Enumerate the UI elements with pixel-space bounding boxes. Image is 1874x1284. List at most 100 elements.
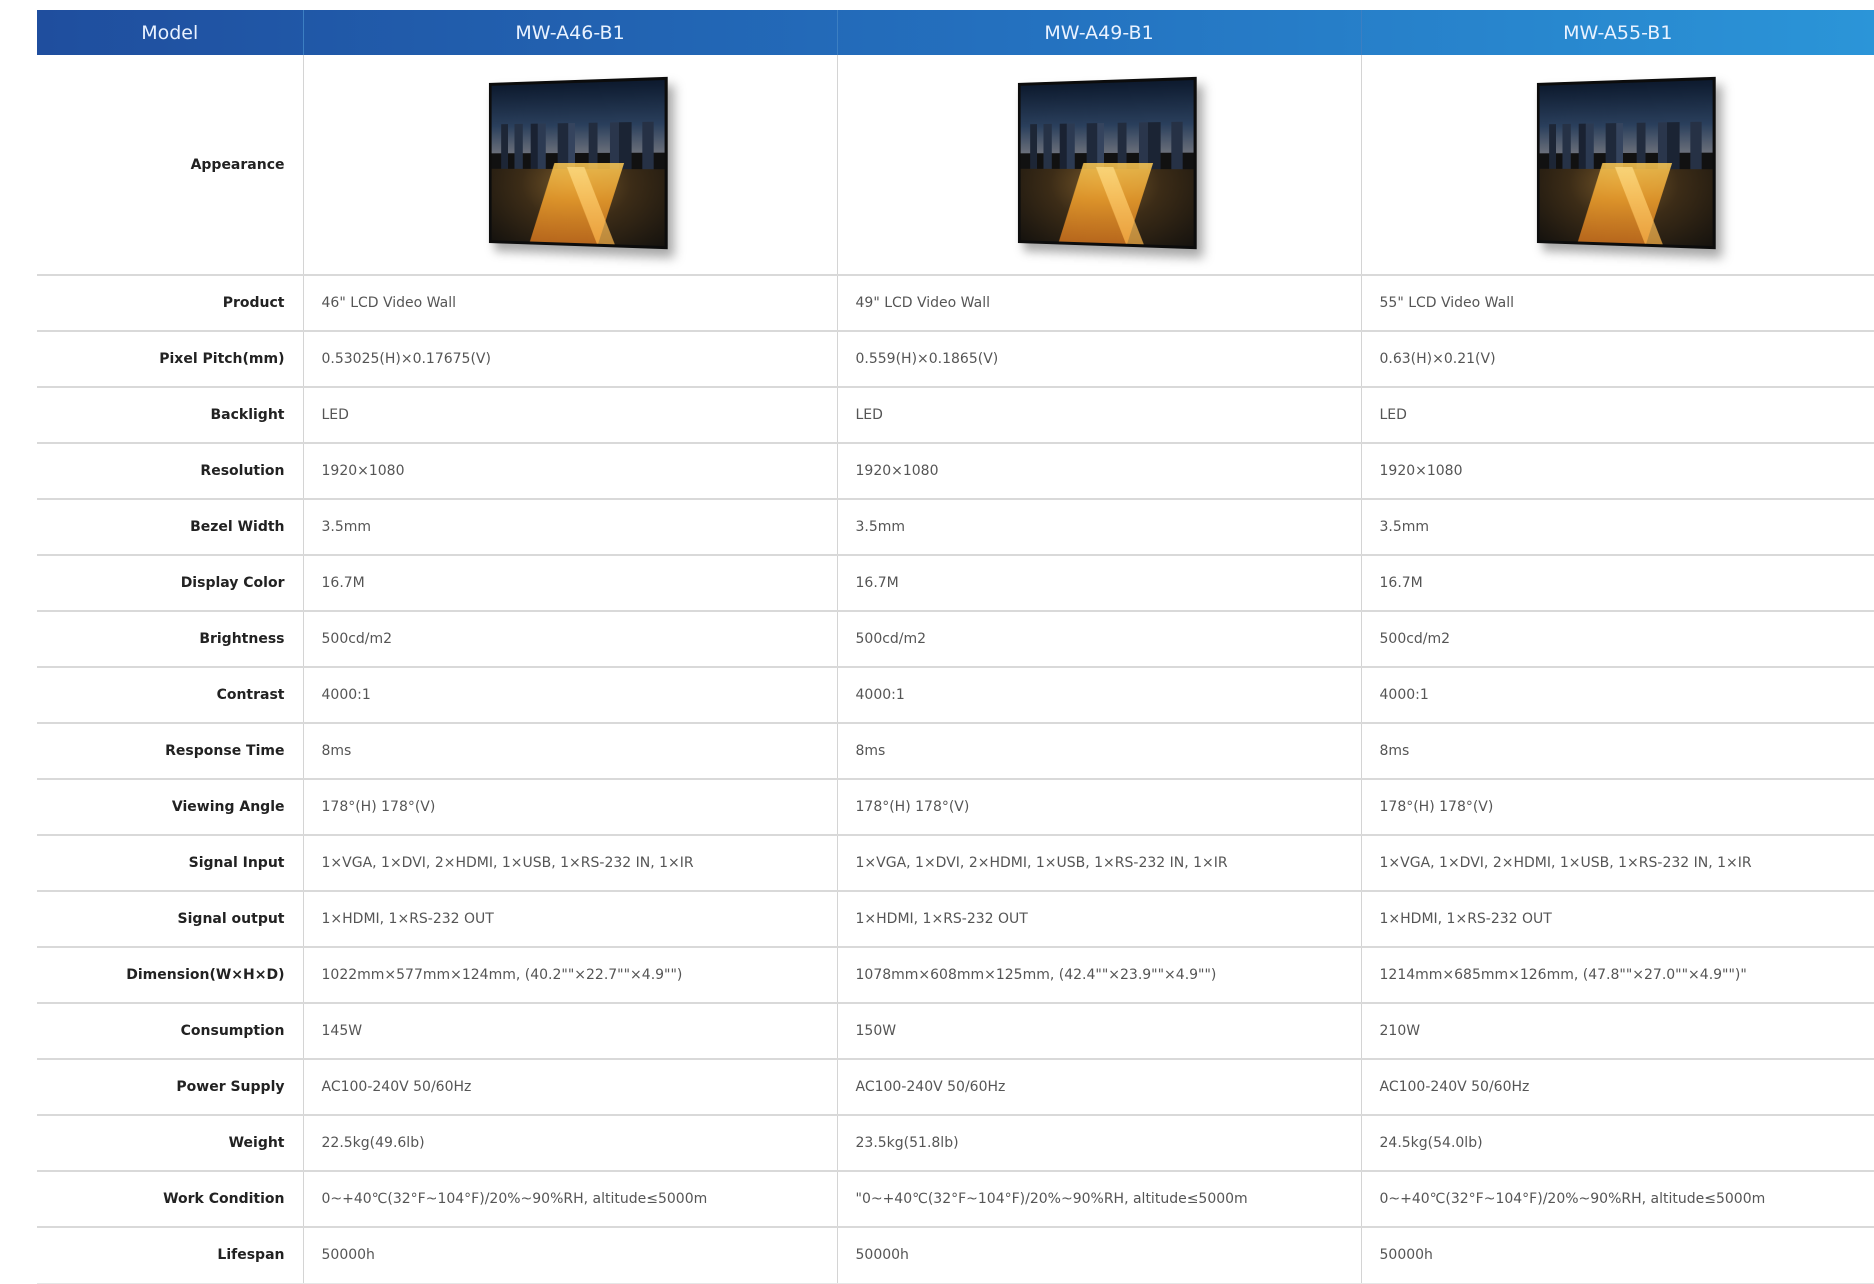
spec-value-model-2: AC100-240V 50/60Hz [837, 1059, 1362, 1116]
spec-row-label: Consumption [37, 1003, 304, 1060]
spec-row-label: Lifespan [37, 1227, 304, 1284]
spec-row: Pixel Pitch(mm) 0.53025(H)×0.17675(V) 0.55… [37, 331, 1874, 388]
spec-value-model-3: 1×HDMI, 1×RS-232 OUT [1361, 891, 1874, 948]
spec-value-model-2: 1×HDMI, 1×RS-232 OUT [837, 891, 1362, 948]
model-header-label: Model [37, 10, 304, 55]
spec-row: Work Condition 0~+40℃(32°F~104°F)/20%~90%… [37, 1171, 1874, 1228]
spec-row-label: Power Supply [37, 1059, 304, 1116]
spec-value-model-2: 16.7M [837, 555, 1362, 612]
spec-value-model-1: 1×VGA, 1×DVI, 2×HDMI, 1×USB, 1×RS-232 IN… [303, 835, 838, 892]
spec-value-model-2: 3.5mm [837, 499, 1362, 556]
spec-value-model-2: 50000h [837, 1227, 1362, 1284]
appearance-cell [303, 55, 838, 276]
spec-row: Product 46" LCD Video Wall 49" LCD Video W… [37, 275, 1874, 332]
spec-row-label: Bezel Width [37, 499, 304, 556]
spec-row: Viewing Angle 178°(H) 178°(V) 178°(H) 178°… [37, 779, 1874, 836]
spec-value-model-1: 1022mm×577mm×124mm, (40.2""×22.7""×4.9""… [303, 947, 838, 1004]
spec-value-model-1: 8ms [303, 723, 838, 780]
spec-value-model-1: LED [303, 387, 838, 444]
spec-value-model-3: 8ms [1361, 723, 1874, 780]
spec-row: Consumption 145W 150W 210W [37, 1003, 1874, 1060]
spec-row: Resolution 1920×1080 1920×1080 1920×1080 [37, 443, 1874, 500]
spec-row: Bezel Width 3.5mm 3.5mm 3.5mm [37, 499, 1874, 556]
appearance-row: Appearance [37, 55, 1874, 276]
spec-value-model-2: 0.559(H)×0.1865(V) [837, 331, 1362, 388]
spec-row-label: Weight [37, 1115, 304, 1172]
spec-row-label: Signal Input [37, 835, 304, 892]
spec-row-label: Resolution [37, 443, 304, 500]
lcd-video-wall-image-2 [1012, 76, 1197, 249]
spec-value-model-1: 0~+40℃(32°F~104°F)/20%~90%RH, altitude≤5… [303, 1171, 838, 1228]
spec-value-model-2: 500cd/m2 [837, 611, 1362, 668]
spec-value-model-1: 500cd/m2 [303, 611, 838, 668]
spec-row-label: Backlight [37, 387, 304, 444]
spec-row: Lifespan 50000h 50000h 50000h [37, 1227, 1874, 1284]
spec-value-model-1: 4000:1 [303, 667, 838, 724]
spec-value-model-3: LED [1361, 387, 1874, 444]
spec-row-label: Viewing Angle [37, 779, 304, 836]
appearance-cell [837, 55, 1362, 276]
spec-row-label: Dimension(W×H×D) [37, 947, 304, 1004]
appearance-label: Appearance [37, 55, 304, 276]
spec-value-model-2: 1×VGA, 1×DVI, 2×HDMI, 1×USB, 1×RS-232 IN… [837, 835, 1362, 892]
spec-value-model-3: 210W [1361, 1003, 1874, 1060]
spec-value-model-2: 4000:1 [837, 667, 1362, 724]
spec-value-model-3: 0~+40℃(32°F~104°F)/20%~90%RH, altitude≤5… [1361, 1171, 1874, 1228]
spec-value-model-3: 50000h [1361, 1227, 1874, 1284]
spec-row: Weight 22.5kg(49.6lb) 23.5kg(51.8lb) 24.5kg… [37, 1115, 1874, 1172]
spec-value-model-3: 1×VGA, 1×DVI, 2×HDMI, 1×USB, 1×RS-232 IN… [1361, 835, 1874, 892]
spec-value-model-2: 150W [837, 1003, 1362, 1060]
spec-row: Display Color 16.7M 16.7M 16.7M [37, 555, 1874, 612]
spec-value-model-2: 178°(H) 178°(V) [837, 779, 1362, 836]
spec-value-model-1: AC100-240V 50/60Hz [303, 1059, 838, 1116]
spec-value-model-1: 0.53025(H)×0.17675(V) [303, 331, 838, 388]
spec-row-label: Pixel Pitch(mm) [37, 331, 304, 388]
spec-row-label: Work Condition [37, 1171, 304, 1228]
spec-row: Response Time 8ms 8ms 8ms [37, 723, 1874, 780]
model-name-2: MW-A49-B1 [837, 10, 1362, 55]
spec-value-model-3: 500cd/m2 [1361, 611, 1874, 668]
spec-value-model-3: 3.5mm [1361, 499, 1874, 556]
spec-value-model-2: 1920×1080 [837, 443, 1362, 500]
spec-value-model-3: 1214mm×685mm×126mm, (47.8""×27.0""×4.9""… [1361, 947, 1874, 1004]
spec-value-model-2: 1078mm×608mm×125mm, (42.4""×23.9""×4.9""… [837, 947, 1362, 1004]
spec-value-model-3: 4000:1 [1361, 667, 1874, 724]
spec-row: Signal Input 1×VGA, 1×DVI, 2×HDMI, 1×USB,… [37, 835, 1874, 892]
spec-value-model-3: 24.5kg(54.0lb) [1361, 1115, 1874, 1172]
spec-row: Backlight LED LED LED [37, 387, 1874, 444]
spec-value-model-1: 1920×1080 [303, 443, 838, 500]
spec-row: Power Supply AC100-240V 50/60Hz AC100-240V… [37, 1059, 1874, 1116]
spec-row: Dimension(W×H×D) 1022mm×577mm×124mm, (40.… [37, 947, 1874, 1004]
spec-row-label: Product [37, 275, 304, 332]
spec-value-model-3: 178°(H) 178°(V) [1361, 779, 1874, 836]
spec-row-label: Brightness [37, 611, 304, 668]
spec-value-model-3: 1920×1080 [1361, 443, 1874, 500]
spec-row-label: Contrast [37, 667, 304, 724]
spec-row: Signal output 1×HDMI, 1×RS-232 OUT 1×HDMI,… [37, 891, 1874, 948]
spec-value-model-1: 50000h [303, 1227, 838, 1284]
spec-value-model-3: AC100-240V 50/60Hz [1361, 1059, 1874, 1116]
spec-value-model-3: 0.63(H)×0.21(V) [1361, 331, 1874, 388]
spec-value-model-1: 22.5kg(49.6lb) [303, 1115, 838, 1172]
model-name-3: MW-A55-B1 [1563, 21, 1673, 44]
lcd-video-wall-image-3 [1531, 76, 1716, 249]
model-name-1: MW-A46-B1 [303, 10, 838, 55]
spec-row-label: Display Color [37, 555, 304, 612]
spec-value-model-1: 145W [303, 1003, 838, 1060]
spec-value-model-3: 16.7M [1361, 555, 1874, 612]
spec-value-model-3: 55" LCD Video Wall [1361, 275, 1874, 332]
header-row: Model MW-A46-B1 MW-A49-B1 MW-A55-B1 [37, 10, 1874, 55]
spec-value-model-1: 3.5mm [303, 499, 838, 556]
spec-comparison-table: Model MW-A46-B1 MW-A49-B1 MW-A55-B1 Appe… [37, 10, 1874, 1284]
spec-row: Brightness 500cd/m2 500cd/m2 500cd/m2 [37, 611, 1874, 668]
spec-value-model-1: 16.7M [303, 555, 838, 612]
spec-value-model-2: LED [837, 387, 1362, 444]
spec-row-label: Signal output [37, 891, 304, 948]
spec-value-model-2: 49" LCD Video Wall [837, 275, 1362, 332]
spec-value-model-2: 23.5kg(51.8lb) [837, 1115, 1362, 1172]
lcd-video-wall-image-1 [483, 76, 668, 249]
appearance-cell [1361, 55, 1874, 276]
spec-value-model-1: 46" LCD Video Wall [303, 275, 838, 332]
spec-value-model-2: 8ms [837, 723, 1362, 780]
spec-value-model-1: 1×HDMI, 1×RS-232 OUT [303, 891, 838, 948]
